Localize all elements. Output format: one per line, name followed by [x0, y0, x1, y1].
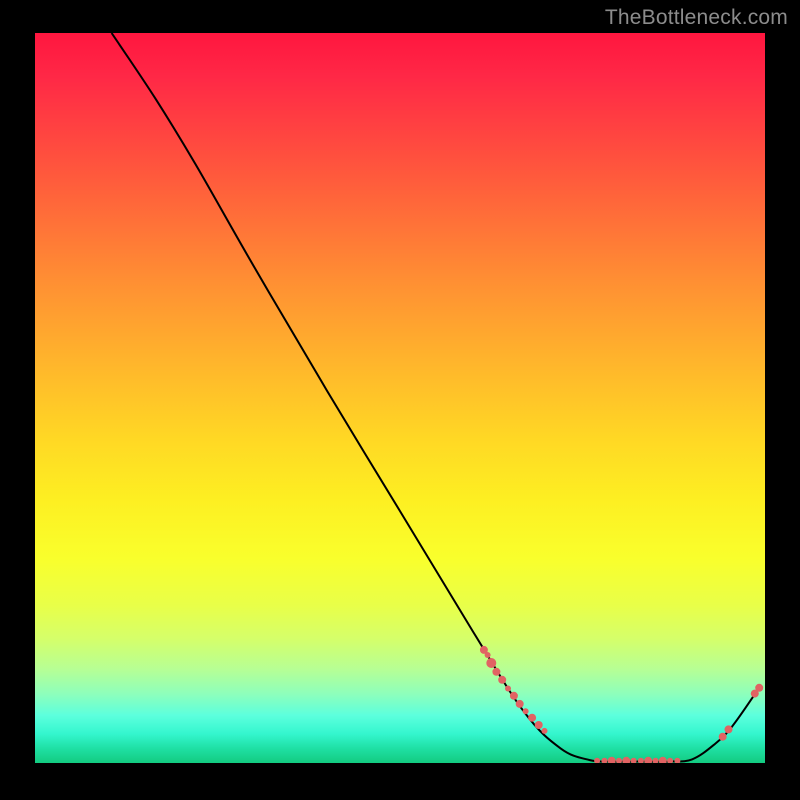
chart-line — [112, 33, 758, 762]
chart-plot-area — [35, 33, 765, 763]
chart-marker — [498, 676, 506, 684]
chart-marker — [601, 758, 607, 763]
chart-svg — [35, 33, 765, 763]
chart-marker — [492, 668, 500, 676]
watermark-text: TheBottleneck.com — [605, 6, 788, 30]
chart-marker — [485, 652, 491, 658]
chart-marker — [510, 692, 518, 700]
chart-marker — [594, 758, 600, 763]
chart-markers — [480, 646, 763, 763]
chart-stage: TheBottleneck.com — [0, 0, 800, 800]
chart-marker — [631, 758, 637, 763]
chart-marker — [653, 758, 659, 763]
chart-marker — [725, 725, 733, 733]
chart-marker — [644, 757, 652, 763]
chart-marker — [674, 758, 680, 763]
chart-marker — [486, 658, 496, 668]
chart-marker — [528, 714, 536, 722]
chart-marker — [505, 686, 511, 692]
chart-marker — [755, 684, 763, 692]
chart-marker — [535, 721, 543, 729]
chart-marker — [516, 700, 524, 708]
chart-marker — [659, 757, 667, 763]
chart-marker — [608, 757, 616, 763]
chart-marker — [616, 758, 622, 763]
chart-marker — [622, 757, 630, 763]
chart-marker — [523, 708, 529, 714]
chart-marker — [638, 758, 644, 763]
chart-marker — [719, 733, 727, 741]
chart-marker — [667, 758, 673, 763]
chart-marker — [542, 728, 548, 734]
